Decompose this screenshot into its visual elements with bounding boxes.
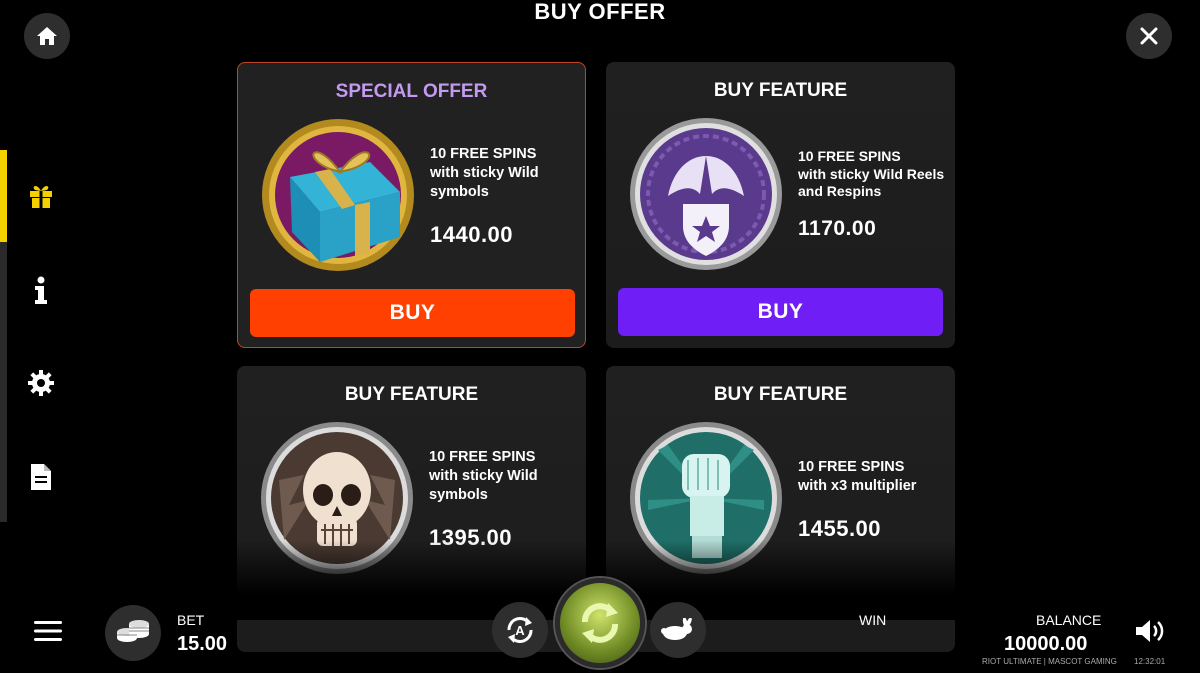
close-button[interactable] [1126,13,1172,59]
offer-description: 10 FREE SPINS with sticky Wild symbols [430,145,580,202]
offer-line: with x3 multiplier [798,478,917,494]
offer-line: with sticky Wild Reels [798,165,945,182]
offer-line: with sticky Wild [429,468,538,484]
brand-footer: RIOT ULTIMATE | MASCOT GAMING [982,657,1117,666]
offer-line: 10 FREE SPINS [430,146,537,162]
win-label: WIN [859,612,887,628]
buy-button-feature-1[interactable]: BUY [618,288,943,336]
sidebar-item-rules[interactable] [26,462,56,492]
coin-stack-icon [117,620,149,642]
offer-price: 1170.00 [798,217,877,240]
offer-line: with sticky Wild [430,165,539,181]
gear-icon [28,370,54,396]
winged-shield-emblem [630,118,782,270]
autoplay-button[interactable]: A [492,602,548,658]
clock: 12:32:01 [1134,657,1166,666]
home-button[interactable] [24,13,70,59]
home-icon [37,27,57,45]
buy-button-special[interactable]: BUY [250,289,575,337]
balance-label: BALANCE [1036,612,1102,628]
offer-title: SPECIAL OFFER [335,81,488,102]
sidebar-item-buy-offer[interactable] [26,180,56,210]
offer-line: 10 FREE SPINS [429,449,536,465]
offer-description: 10 FREE SPINS with sticky Wild Reels and… [798,148,948,201]
offer-line: 10 FREE SPINS [798,459,905,475]
gift-icon [30,185,52,208]
offer-line: 10 FREE SPINS [798,148,901,164]
bottom-bar: BET 15.00 A WIN BALANCE 10000.00 RIOT UL [0,578,1200,673]
offer-card-feature-1: BUY FEATURE 10 FREE SPINS with sticky Wi… [606,62,955,348]
offer-price: 1440.00 [430,222,514,247]
speaker-icon[interactable] [1134,618,1168,644]
bet-value: 15.00 [177,633,228,655]
info-icon [35,276,47,304]
bet-label: BET [177,612,205,628]
autoplay-icon: A [507,617,533,643]
offer-line: symbols [429,487,488,503]
offer-description: 10 FREE SPINS with x3 multiplier [798,458,948,496]
bet-selector-button[interactable] [105,605,161,661]
offer-card-special: SPECIAL OFFER 10 FREE SPINS with sticky … [237,62,586,348]
sidebar-active-indicator [0,150,7,242]
rabbit-icon [661,618,692,640]
offer-description: 10 FREE SPINS with sticky Wild symbols [429,448,579,505]
turbo-button[interactable] [650,602,706,658]
close-icon [1140,27,1158,45]
sidebar-item-settings[interactable] [26,368,56,398]
balance-value: 10000.00 [1004,633,1088,655]
spin-arrows-icon [582,603,618,643]
offer-title: BUY FEATURE [713,384,848,405]
document-icon [31,464,51,490]
offer-price: 1455.00 [798,516,882,541]
page-title: BUY OFFER [534,0,666,24]
offer-line: and Respins [798,183,882,199]
offer-line: symbols [430,184,489,200]
svg-text:A: A [515,623,525,638]
sidebar-item-info[interactable] [26,275,56,305]
offer-title: BUY FEATURE [344,384,479,405]
gift-box-emblem [262,119,414,271]
hamburger-menu-icon[interactable] [34,620,62,642]
spin-button[interactable] [555,578,645,668]
offer-title: BUY FEATURE [713,80,848,101]
